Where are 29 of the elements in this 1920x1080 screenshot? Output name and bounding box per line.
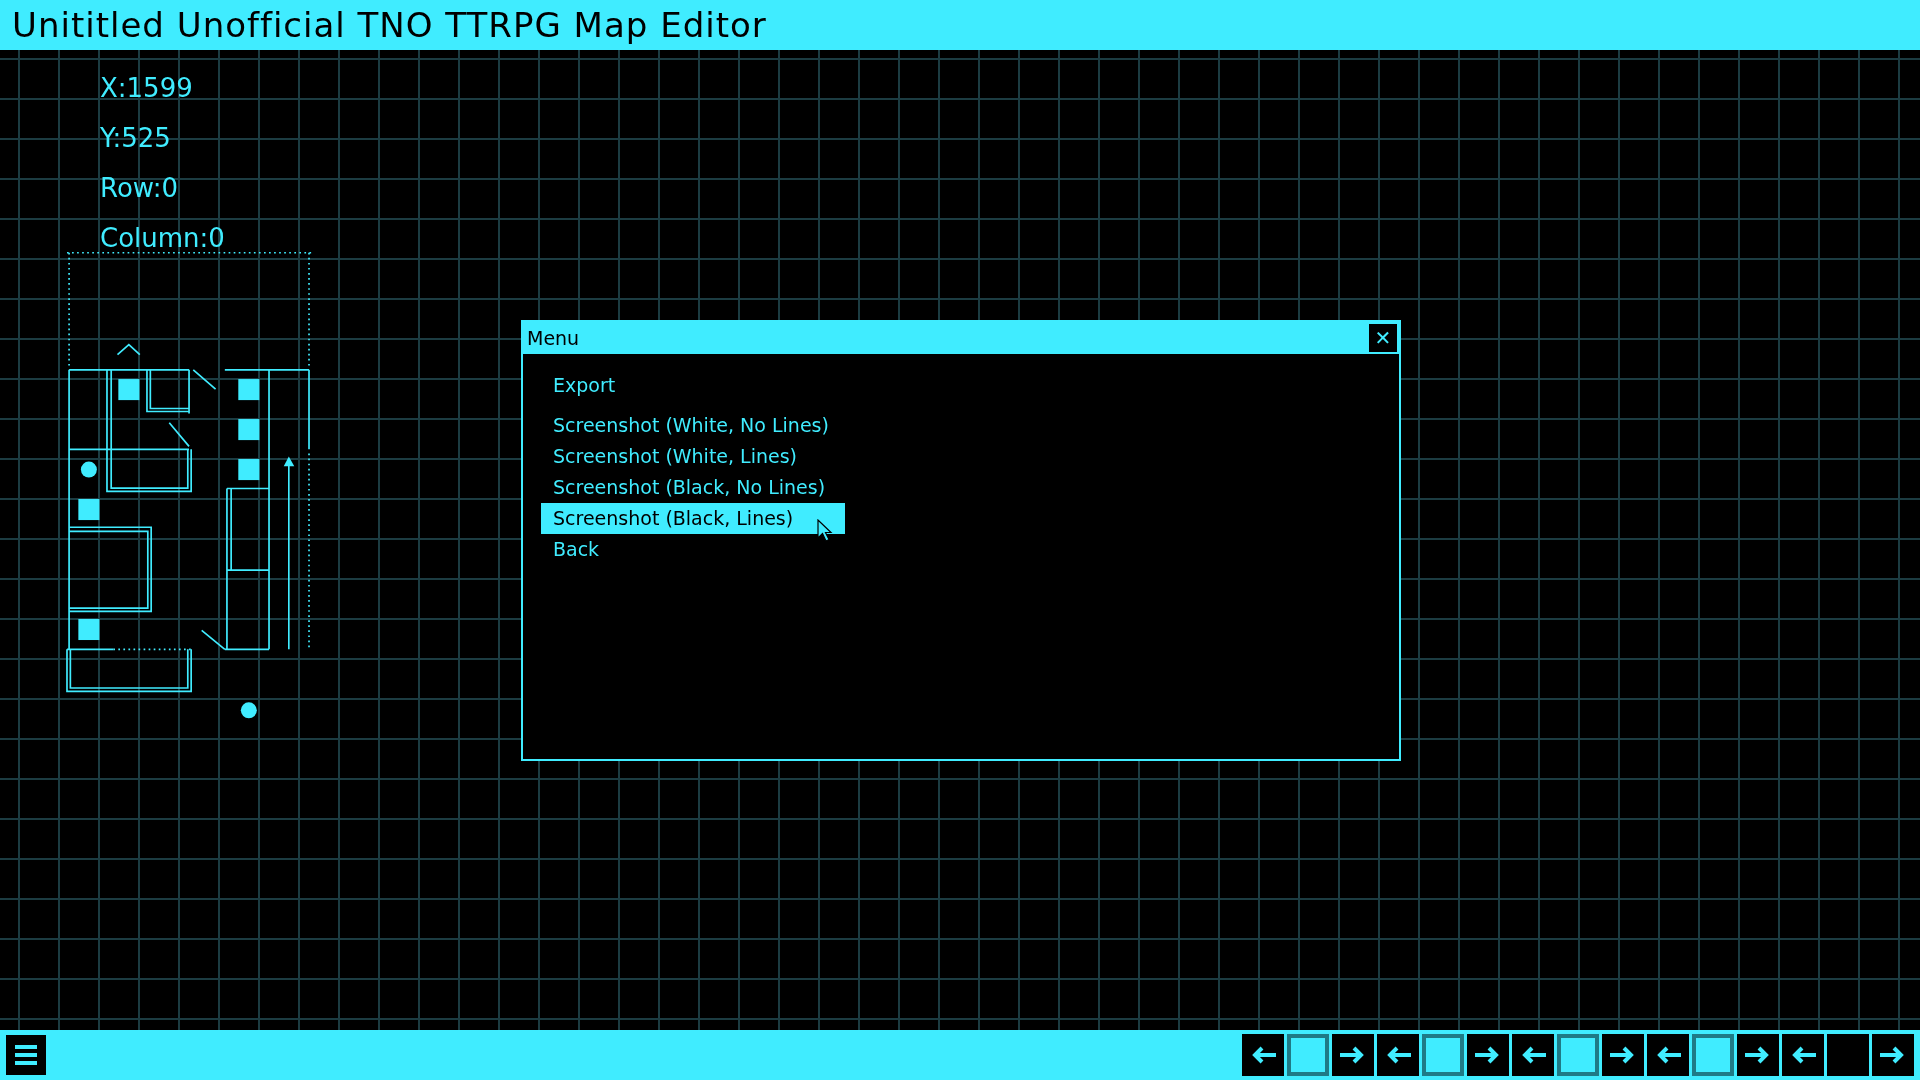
previous-button[interactable] <box>1647 1034 1689 1076</box>
previous-button[interactable] <box>1242 1034 1284 1076</box>
menu-item[interactable]: Screenshot (Black, No Lines) <box>541 472 878 503</box>
menu-item[interactable]: Screenshot (White, No Lines) <box>541 410 881 441</box>
menu-title: Menu <box>527 327 580 349</box>
coordinate-readout: Row:0 <box>100 172 179 204</box>
tile-slot[interactable] <box>1422 1034 1464 1076</box>
tile-slot[interactable] <box>1287 1034 1329 1076</box>
previous-button[interactable] <box>1512 1034 1554 1076</box>
mouse-cursor-icon <box>817 519 834 543</box>
next-button[interactable] <box>1467 1034 1509 1076</box>
tile-slot[interactable] <box>1557 1034 1599 1076</box>
menu-heading: Export <box>552 374 617 396</box>
coordinate-readout: Column:0 <box>100 222 225 254</box>
coordinate-readout: Y:525 <box>100 122 172 154</box>
tile-slot[interactable] <box>1827 1034 1869 1076</box>
window-title: Unititled Unofficial TNO TTRPG Map Editor <box>12 5 767 45</box>
next-button[interactable] <box>1602 1034 1644 1076</box>
previous-button[interactable] <box>1782 1034 1824 1076</box>
next-button[interactable] <box>1737 1034 1779 1076</box>
next-button[interactable] <box>1332 1034 1374 1076</box>
tile-slot[interactable] <box>1692 1034 1734 1076</box>
previous-button[interactable] <box>1377 1034 1419 1076</box>
menu-item[interactable]: Screenshot (White, Lines) <box>541 441 850 472</box>
coordinate-readout: X:1599 <box>100 72 194 104</box>
menu-item[interactable]: Back <box>541 534 652 565</box>
close-button[interactable]: ✕ <box>1369 324 1397 352</box>
menu-button[interactable] <box>6 1035 46 1075</box>
next-button[interactable] <box>1872 1034 1914 1076</box>
